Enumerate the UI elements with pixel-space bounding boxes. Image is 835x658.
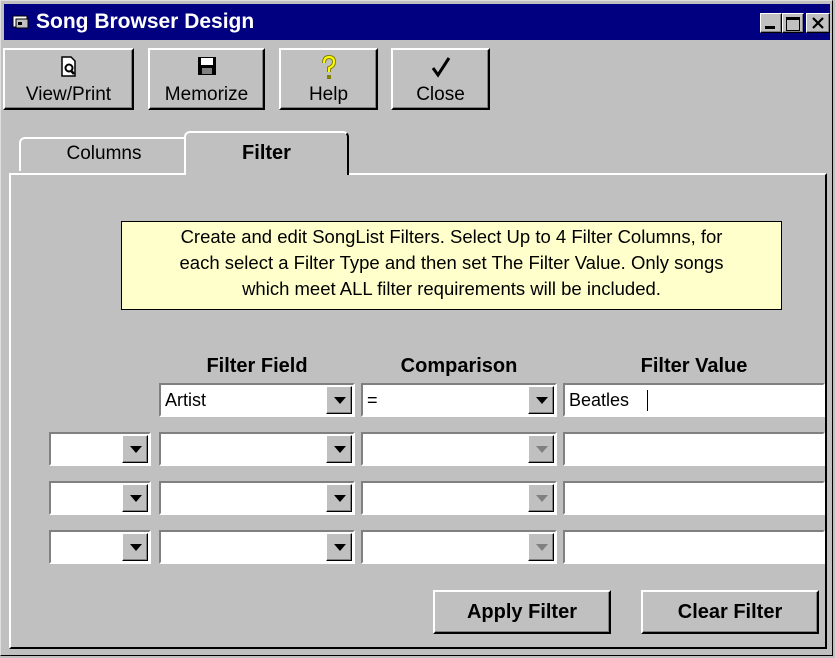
comparison-value-1: = (367, 390, 378, 410)
chevron-down-icon (528, 435, 554, 463)
chevron-down-icon[interactable] (326, 435, 352, 463)
view-print-label: View/Print (25, 84, 112, 105)
chevron-down-icon (528, 484, 554, 512)
floppy-disk-icon (150, 55, 263, 79)
help-label: Help (308, 84, 349, 105)
filter-value-text-1: Beatles (569, 390, 630, 410)
conjunction-select-3[interactable] (49, 481, 151, 515)
maximize-icon (786, 17, 800, 31)
comparison-select-2 (361, 432, 557, 466)
filter-field-select-3[interactable] (159, 481, 355, 515)
text-cursor (647, 390, 648, 411)
title-bar[interactable]: Song Browser Design (4, 4, 830, 40)
help-button[interactable]: Help (279, 48, 378, 110)
apply-filter-button[interactable]: Apply Filter (433, 590, 611, 634)
minimize-icon (765, 26, 775, 29)
print-preview-icon (5, 55, 132, 79)
song-browser-window: Song Browser Design View/Print Memorize … (0, 0, 833, 656)
clear-filter-button[interactable]: Clear Filter (641, 590, 819, 634)
minimize-button[interactable] (760, 13, 782, 33)
close-icon (812, 17, 824, 29)
filter-field-select-2[interactable] (159, 432, 355, 466)
chevron-down-icon[interactable] (528, 386, 554, 414)
conjunction-select-2[interactable] (49, 432, 151, 466)
maximize-button[interactable] (782, 13, 804, 33)
window-title: Song Browser Design (36, 10, 255, 33)
conjunction-select-4[interactable] (49, 530, 151, 564)
filter-value-input-2[interactable] (563, 432, 825, 466)
memorize-label: Memorize (164, 84, 249, 105)
chevron-down-icon[interactable] (122, 533, 148, 561)
filter-field-header: Filter Field (206, 355, 308, 377)
comparison-select-1[interactable]: = (361, 383, 557, 417)
comparison-select-4 (361, 530, 557, 564)
filter-value-input-1[interactable]: Beatles (563, 383, 825, 417)
filter-field-select-1[interactable]: Artist (159, 383, 355, 417)
filter-field-select-4[interactable] (159, 530, 355, 564)
view-print-button[interactable]: View/Print (3, 48, 134, 110)
comparison-header: Comparison (400, 355, 518, 377)
filter-value-input-3[interactable] (563, 481, 825, 515)
filter-value-input-4[interactable] (563, 530, 825, 564)
chevron-down-icon (528, 533, 554, 561)
checkmark-icon (393, 55, 488, 79)
instructions-line-1: Create and edit SongList Filters. Select… (180, 226, 723, 247)
help-icon (281, 54, 376, 79)
chevron-down-icon[interactable] (122, 435, 148, 463)
memorize-button[interactable]: Memorize (148, 48, 265, 110)
tab-filter[interactable]: Filter (184, 131, 349, 175)
chevron-down-icon[interactable] (326, 386, 352, 414)
close-window-button[interactable] (806, 13, 830, 33)
close-label: Close (416, 84, 465, 105)
instructions-line-2: each select a Filter Type and then set T… (179, 252, 724, 273)
filter-value-header: Filter Value (640, 355, 748, 377)
chevron-down-icon[interactable] (122, 484, 148, 512)
chevron-down-icon[interactable] (326, 484, 352, 512)
comparison-select-3 (361, 481, 557, 515)
app-icon (12, 15, 29, 29)
filter-instructions: Create and edit SongList Filters. Select… (121, 221, 782, 310)
close-button[interactable]: Close (391, 48, 490, 110)
filter-panel: Create and edit SongList Filters. Select… (9, 173, 827, 649)
instructions-line-3: which meet ALL filter requirements will … (242, 278, 661, 299)
chevron-down-icon[interactable] (326, 533, 352, 561)
tab-columns[interactable]: Columns (19, 137, 189, 171)
filter-field-value-1: Artist (165, 390, 207, 410)
